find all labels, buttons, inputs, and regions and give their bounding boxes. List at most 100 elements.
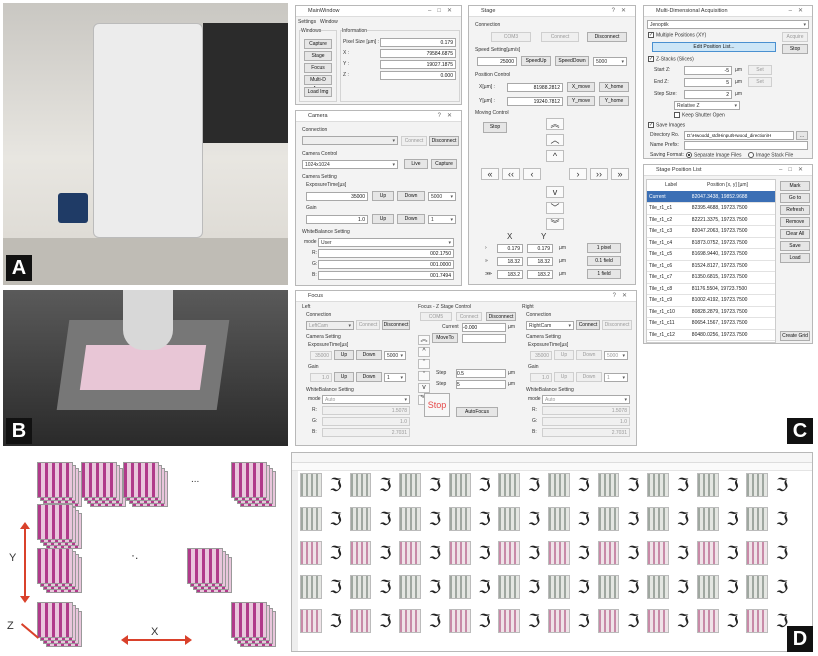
image-thumbnail[interactable]: ℑ [473, 575, 496, 599]
image-thumbnail[interactable] [498, 575, 521, 599]
refresh-button[interactable]: Refresh [780, 205, 810, 215]
end-z-field[interactable]: 5 [684, 78, 732, 87]
edit-position-list-button[interactable]: Edit Position List... [652, 42, 776, 52]
image-thumbnail[interactable]: ℑ [672, 507, 694, 531]
z-up-fast-icon[interactable]: ︽ [418, 335, 430, 345]
image-thumbnail[interactable] [300, 609, 322, 633]
image-thumbnail[interactable] [300, 575, 322, 599]
image-thumbnail[interactable] [647, 575, 669, 599]
left-camera-select[interactable]: LeftCam [306, 321, 354, 330]
image-thumbnail[interactable] [746, 541, 769, 565]
image-thumbnail[interactable]: ℑ [523, 507, 545, 531]
image-thumbnail[interactable]: ℑ [424, 575, 446, 599]
image-thumbnail[interactable]: ℑ [672, 541, 694, 565]
load-img-button[interactable]: Load Img [304, 87, 332, 97]
image-thumbnail[interactable]: ℑ [374, 507, 397, 531]
image-thumbnail[interactable] [548, 473, 570, 497]
speed-up-button[interactable]: SpeedUp [521, 56, 551, 66]
step-3-y-field[interactable]: 183.2 [527, 270, 553, 279]
right-exposure-up-button[interactable]: Up [554, 350, 574, 360]
image-thumbnail[interactable] [548, 609, 570, 633]
image-thumbnail[interactable] [746, 609, 769, 633]
exposure-up-button[interactable]: Up [372, 191, 394, 201]
menu-window[interactable]: Window [320, 19, 338, 26]
left-gain-down-button[interactable]: Down [356, 372, 382, 382]
image-thumbnail[interactable]: ℑ [374, 541, 397, 565]
image-thumbnail[interactable]: ℑ [771, 541, 793, 565]
live-button[interactable]: Live [404, 159, 428, 169]
image-thumbnail[interactable]: ℑ [473, 541, 496, 565]
window-controls-icon[interactable]: –□✕ [779, 165, 809, 176]
move-left-medium-icon[interactable]: ‹‹ [502, 168, 520, 180]
position-row[interactable]: Tile_r1_c4 81873.0752, 19723.7500 [647, 237, 775, 249]
image-thumbnail[interactable]: ℑ [424, 507, 446, 531]
z-up-icon[interactable]: ^ [418, 347, 430, 357]
separate-files-radio[interactable]: Separate Image Files [686, 152, 742, 158]
move-down-icon[interactable]: v [546, 186, 564, 198]
left-disconnect-button[interactable]: Disconnect [382, 320, 410, 330]
image-thumbnail[interactable] [647, 609, 669, 633]
end-z-set-button[interactable]: Set [748, 77, 772, 87]
image-thumbnail[interactable] [448, 473, 471, 497]
wb-mode-select[interactable]: User [318, 238, 454, 247]
gain-step-select[interactable]: 1 [428, 215, 456, 224]
step1-field[interactable]: 0.5 [456, 369, 506, 378]
image-thumbnail[interactable]: ℑ [721, 575, 744, 599]
right-g-field[interactable]: 1.0 [542, 417, 630, 426]
image-thumbnail[interactable]: ℑ [572, 541, 595, 565]
x-home-button[interactable]: X_home [599, 82, 629, 92]
image-thumbnail[interactable] [349, 575, 372, 599]
disconnect-button[interactable]: Disconnect [429, 136, 459, 146]
image-thumbnail[interactable]: ℑ [523, 609, 545, 633]
image-thumbnail[interactable]: ℑ [572, 575, 595, 599]
image-thumbnail[interactable] [647, 507, 669, 531]
zstack-checkbox[interactable]: ✓ Z-Stacks (Slices) [648, 56, 694, 63]
image-thumbnail[interactable] [696, 541, 719, 565]
step-1-field-button[interactable]: 1 field [587, 269, 621, 279]
image-thumbnail[interactable]: ℑ [324, 473, 347, 497]
image-thumbnail[interactable] [548, 541, 570, 565]
image-thumbnail[interactable]: ℑ [424, 541, 446, 565]
image-thumbnail[interactable] [548, 575, 570, 599]
menu-settings[interactable]: Settings [298, 19, 316, 26]
image-thumbnail[interactable]: ℑ [721, 609, 744, 633]
left-r-field[interactable]: 1.5078 [322, 406, 410, 415]
image-thumbnail[interactable] [349, 541, 372, 565]
position-row[interactable]: Tile_r1_c1380305.8944, 19723.7500 [647, 340, 775, 342]
position-row[interactable]: Tile_r1_c5 81698.9440, 19723.7500 [647, 248, 775, 261]
image-thumbnail[interactable] [448, 609, 471, 633]
image-thumbnail[interactable]: ℑ [572, 609, 595, 633]
image-thumbnail[interactable]: ℑ [771, 575, 793, 599]
step2-field[interactable]: 5 [456, 380, 506, 389]
image-thumbnail[interactable]: ℑ [374, 473, 397, 497]
image-thumbnail[interactable] [300, 473, 322, 497]
save-button[interactable]: Save [780, 241, 810, 251]
exposure-field[interactable]: 35000 [306, 192, 368, 201]
position-row[interactable]: Tile_r1_c8 81176.5504, 19723.7500 [647, 283, 775, 295]
step-1-pixel-button[interactable]: 1 pixel [587, 243, 621, 253]
right-gain-step-select[interactable]: 1 [604, 373, 628, 382]
window-controls-icon[interactable]: –✕ [789, 6, 809, 17]
current-position-row[interactable]: Current 82047.3438, 19852.9688 [647, 191, 775, 203]
right-gain-field[interactable]: 1.0 [530, 373, 552, 382]
move-to-field[interactable] [462, 334, 506, 343]
create-grid-button[interactable]: Create Grid [780, 331, 810, 341]
exposure-down-button[interactable]: Down [397, 191, 425, 201]
image-thumbnail[interactable] [498, 507, 521, 531]
image-thumbnail[interactable] [448, 575, 471, 599]
move-to-button[interactable]: MoveTo [432, 333, 458, 343]
r-field[interactable]: 002.1750 [318, 249, 454, 258]
image-thumbnail[interactable]: ℑ [473, 609, 496, 633]
image-thumbnail[interactable]: ℑ [771, 507, 793, 531]
image-thumbnail[interactable] [498, 473, 521, 497]
left-b-field[interactable]: 2.7031 [322, 428, 410, 437]
left-exposure-down-button[interactable]: Down [356, 350, 382, 360]
z-up-slow-icon[interactable]: ˆ [418, 359, 430, 369]
camera-select[interactable] [302, 136, 398, 145]
right-gain-down-button[interactable]: Down [576, 372, 602, 382]
z-down-slow-icon[interactable]: ˇ [418, 371, 430, 381]
gain-up-button[interactable]: Up [372, 214, 394, 224]
move-left-fast-icon[interactable]: « [481, 168, 499, 180]
speed-step-select[interactable]: 5000 [593, 57, 627, 66]
disconnect-button[interactable]: Disconnect [587, 32, 627, 42]
